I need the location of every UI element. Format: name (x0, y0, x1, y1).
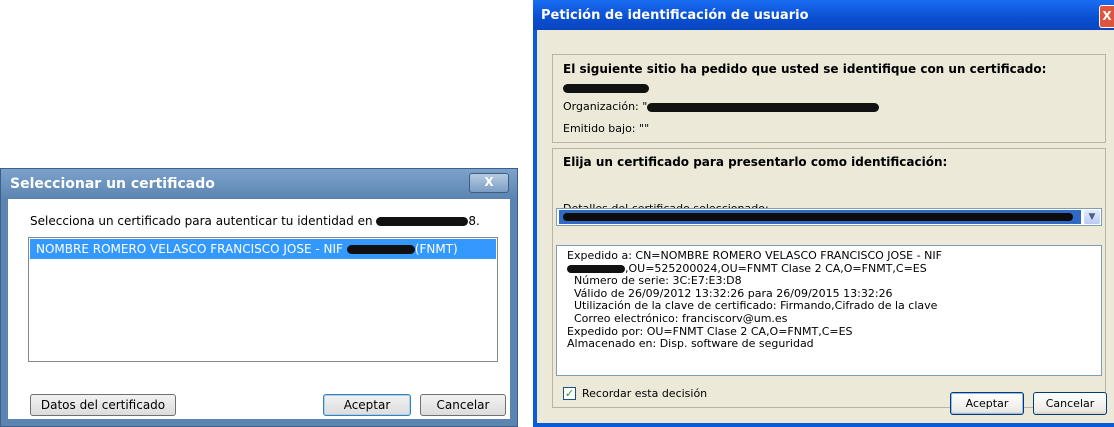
choose-heading: Elija un certificado para presentarlo co… (563, 155, 948, 169)
redacted-site-block (563, 83, 649, 93)
user-identification-dialog: Petición de identificación de usuario X … (533, 0, 1114, 427)
remember-label[interactable]: Recordar esta decisión (582, 387, 707, 400)
cancel-button[interactable]: Cancelar (1033, 392, 1107, 415)
user-identification-body: El siguiente sitio ha pedido que usted s… (537, 30, 1114, 423)
certificate-item-issuer: (FNMT) (414, 242, 458, 256)
select-certificate-body: Selecciona un certificado para autentica… (8, 199, 510, 419)
certificate-details-button[interactable]: Datos del certificado (30, 394, 176, 416)
select-certificate-title: Seleccionar un certificado (10, 176, 215, 192)
user-identification-titlebar[interactable]: Petición de identificación de usuario X (533, 0, 1114, 30)
close-icon[interactable]: X (1099, 5, 1114, 28)
select-certificate-titlebar[interactable]: Seleccionar un certificado X (1, 169, 517, 199)
details-email: Correo electrónico: franciscorv@um.es (574, 311, 788, 325)
remember-checkbox[interactable]: ✓ (563, 387, 576, 400)
issued-under-line: Emitido bajo: "" (563, 122, 650, 135)
redacted-nif (567, 264, 625, 273)
chevron-down-icon[interactable]: ▼ (1084, 210, 1100, 224)
redacted-organization (647, 102, 880, 112)
organization-line: Organización: " (563, 100, 880, 113)
request-info-group: El siguiente sitio ha pedido que usted s… (552, 54, 1106, 143)
details-issued-to-ou: ,OU=525200024,OU=FNMT Clase 2 CA,O=FNMT,… (625, 261, 927, 275)
certificate-list-item[interactable]: NOMBRE ROMERO VELASCO FRANCISCO JOSE - N… (30, 239, 496, 259)
accept-button[interactable]: Aceptar (950, 392, 1024, 415)
certificate-details-box: Expedido a: CN=NOMBRE ROMERO VELASCO FRA… (556, 245, 1102, 376)
user-identification-title: Petición de identificación de usuario (541, 8, 809, 23)
prompt-suffix: 8. (468, 214, 480, 228)
redacted-site (376, 217, 469, 226)
accept-button[interactable]: Aceptar (323, 394, 411, 416)
certificate-list[interactable]: NOMBRE ROMERO VELASCO FRANCISCO JOSE - N… (28, 237, 498, 362)
prompt-text: Selecciona un certificado para autentica… (30, 214, 373, 228)
organization-label: Organización: " (563, 100, 648, 113)
request-heading: El siguiente sitio ha pedido que usted s… (563, 62, 1047, 76)
close-icon[interactable]: X (469, 173, 509, 193)
redacted-site-name (563, 81, 649, 94)
cancel-button[interactable]: Cancelar (420, 394, 506, 416)
redacted-certificate (563, 213, 1073, 221)
redacted-nif (346, 245, 415, 254)
certificate-item-name: NOMBRE ROMERO VELASCO FRANCISCO JOSE - N… (36, 242, 343, 256)
select-certificate-dialog: Seleccionar un certificado X Selecciona … (0, 168, 518, 427)
select-certificate-prompt: Selecciona un certificado para autentica… (30, 214, 480, 228)
details-serial: Número de serie: 3C:E7:E3:D8 (574, 274, 742, 288)
certificate-combobox-value (559, 210, 1081, 224)
certificate-combobox[interactable]: ▼ (556, 208, 1102, 226)
details-stored-in: Almacenado en: Disp. software de segurid… (567, 337, 814, 351)
